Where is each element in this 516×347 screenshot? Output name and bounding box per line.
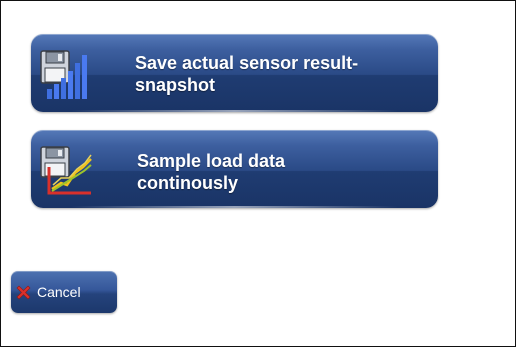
save-line-chart-icon [40, 146, 92, 195]
save-signal-bars-icon [40, 50, 87, 99]
cancel-label: Cancel [37, 284, 81, 300]
red-x-icon [16, 285, 31, 300]
dialog-frame: Save actual sensor result- snapshot Samp… [0, 0, 516, 347]
sample-load-data-label: Sample load data continously [137, 151, 286, 193]
cancel-button[interactable]: Cancel [11, 271, 117, 313]
save-snapshot-label: Save actual sensor result- snapshot [135, 53, 359, 95]
save-snapshot-button[interactable]: Save actual sensor result- snapshot [31, 34, 438, 112]
sample-load-data-button[interactable]: Sample load data continously [31, 130, 438, 208]
